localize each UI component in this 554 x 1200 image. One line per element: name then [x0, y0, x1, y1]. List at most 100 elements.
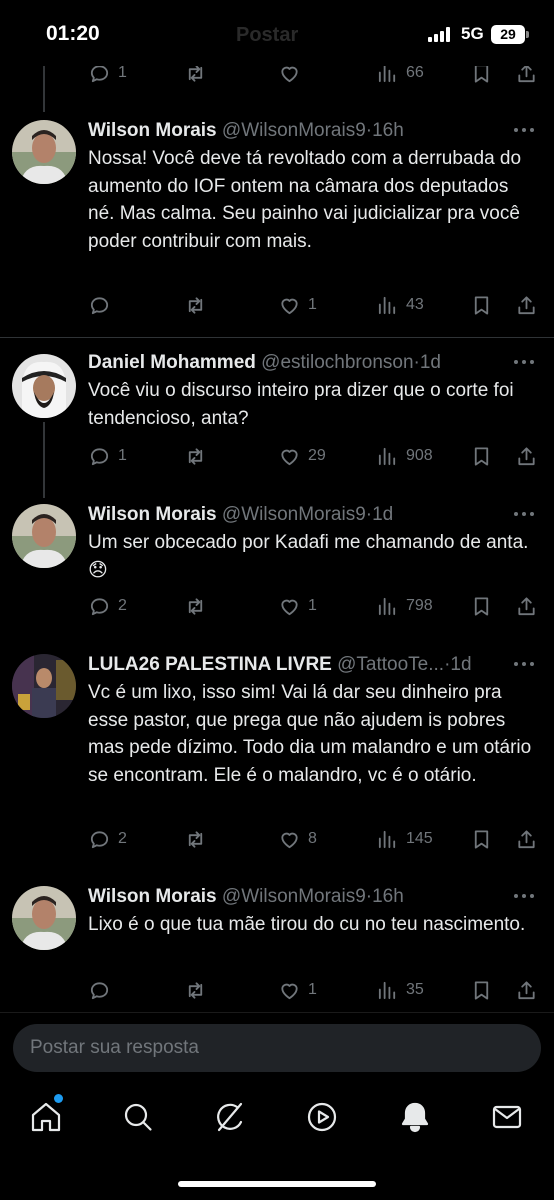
reply-button[interactable]	[88, 290, 118, 320]
views-icon	[378, 981, 396, 999]
share-button[interactable]	[515, 290, 538, 320]
more-options-icon[interactable]	[514, 512, 534, 516]
status-time: 01:20	[46, 22, 100, 45]
heart-icon	[281, 983, 298, 999]
reply-composer: Postar sua resposta	[0, 1012, 554, 1084]
like-button[interactable]: 1	[278, 975, 317, 1005]
author-name[interactable]: Wilson Morais	[88, 886, 217, 907]
more-options-icon[interactable]	[514, 128, 534, 132]
tweet-text: Lixo é o que tua mãe tirou do cu no teu …	[88, 914, 526, 935]
bookmark-button[interactable]	[470, 591, 493, 621]
repost-button[interactable]	[184, 290, 207, 320]
author-name[interactable]: LULA26 PALESTINA LIVRE	[88, 654, 332, 675]
author-name[interactable]: Daniel Mohammed	[88, 352, 256, 373]
share-button[interactable]	[515, 824, 538, 854]
author-name[interactable]: Wilson Morais	[88, 504, 217, 525]
repost-icon	[188, 830, 203, 848]
author-handle[interactable]: @estilochbronson	[261, 352, 413, 373]
share-button[interactable]	[515, 591, 538, 621]
notification-dot	[54, 1094, 63, 1103]
heart-icon	[281, 449, 298, 465]
tweet-time: ·16h	[365, 886, 404, 907]
like-button[interactable]: 8	[278, 824, 317, 854]
author-handle[interactable]: @WilsonMorais9	[222, 504, 366, 525]
reply-thread[interactable]: 1 66 Wilson Morais @WilsonMorais9·16h No…	[0, 0, 554, 1012]
bookmark-button[interactable]	[470, 975, 493, 1005]
repost-button[interactable]	[184, 591, 207, 621]
divider	[0, 337, 554, 338]
repost-button[interactable]	[184, 975, 207, 1005]
avatar[interactable]	[12, 886, 76, 950]
tweet-header: LULA26 PALESTINA LIVRE @TattooTe...·1d	[88, 652, 508, 678]
nav-video[interactable]	[305, 1100, 339, 1134]
reply-button[interactable]: 1	[88, 441, 127, 471]
nav-grok[interactable]	[213, 1100, 247, 1134]
tweet-text: Você viu o discurso inteiro pra dizer qu…	[88, 380, 514, 429]
reply-input[interactable]: Postar sua resposta	[13, 1024, 541, 1072]
home-indicator[interactable]	[178, 1181, 376, 1187]
reply-button[interactable]	[88, 975, 118, 1005]
avatar[interactable]	[12, 504, 76, 568]
like-button[interactable]: 29	[278, 441, 326, 471]
views-button[interactable]: 35	[376, 975, 424, 1005]
tweet-header: Daniel Mohammed @estilochbronson·1d	[88, 350, 508, 376]
battery-icon: 29	[491, 25, 529, 44]
author-handle[interactable]: @TattooTe...	[337, 654, 444, 675]
thread-line	[43, 422, 45, 498]
views-button[interactable]: 798	[376, 591, 433, 621]
heart-icon	[281, 298, 298, 314]
author-handle[interactable]: @WilsonMorais9	[222, 886, 366, 907]
bookmark-button[interactable]	[470, 441, 493, 471]
messages-icon	[492, 1105, 522, 1129]
repost-button[interactable]	[184, 441, 207, 471]
repost-icon	[188, 597, 203, 615]
views-icon	[378, 597, 396, 615]
like-button[interactable]: 1	[278, 290, 317, 320]
reply-icon	[90, 296, 109, 314]
like-button[interactable]: 1	[278, 591, 317, 621]
repost-button[interactable]	[184, 824, 207, 854]
heart-icon	[281, 599, 298, 615]
nav-notifications[interactable]	[398, 1100, 432, 1134]
author-handle[interactable]: @WilsonMorais9	[222, 120, 366, 141]
reply-button[interactable]: 2	[88, 591, 127, 621]
more-options-icon[interactable]	[514, 894, 534, 898]
repost-icon	[188, 296, 203, 314]
more-options-icon[interactable]	[514, 662, 534, 666]
avatar[interactable]	[12, 120, 76, 184]
nav-home[interactable]	[29, 1100, 63, 1134]
views-button[interactable]: 43	[376, 290, 424, 320]
tweet-time: ·1d	[413, 352, 441, 373]
views-button[interactable]: 145	[376, 824, 433, 854]
avatar[interactable]	[12, 354, 76, 418]
share-icon	[518, 980, 535, 999]
reply-icon	[90, 830, 109, 848]
repost-icon	[188, 981, 203, 999]
network-type: 5G	[461, 24, 484, 43]
views-icon	[378, 447, 396, 465]
tweet-time: ·16h	[365, 120, 404, 141]
views-icon	[378, 830, 396, 848]
notifications-icon	[401, 1102, 429, 1133]
header-title: Postar	[236, 24, 299, 46]
nav-search[interactable]	[121, 1100, 155, 1134]
bookmark-button[interactable]	[470, 290, 493, 320]
views-button[interactable]: 908	[376, 441, 433, 471]
bookmark-button[interactable]	[470, 824, 493, 854]
reply-button[interactable]: 2	[88, 824, 127, 854]
share-button[interactable]	[515, 441, 538, 471]
share-button[interactable]	[515, 975, 538, 1005]
more-options-icon[interactable]	[514, 360, 534, 364]
bookmark-icon	[474, 829, 489, 849]
share-icon	[518, 829, 535, 848]
author-name[interactable]: Wilson Morais	[88, 120, 217, 141]
video-icon	[307, 1102, 337, 1132]
status-bar: Postar 01:20 5G 29	[0, 0, 554, 66]
heart-icon	[281, 832, 298, 848]
action-row: 1 29 908	[88, 441, 540, 471]
avatar[interactable]	[12, 654, 76, 718]
nav-messages[interactable]	[490, 1100, 524, 1134]
tweet-time: ·1d	[444, 654, 472, 675]
share-icon	[518, 596, 535, 615]
share-icon	[518, 295, 535, 314]
